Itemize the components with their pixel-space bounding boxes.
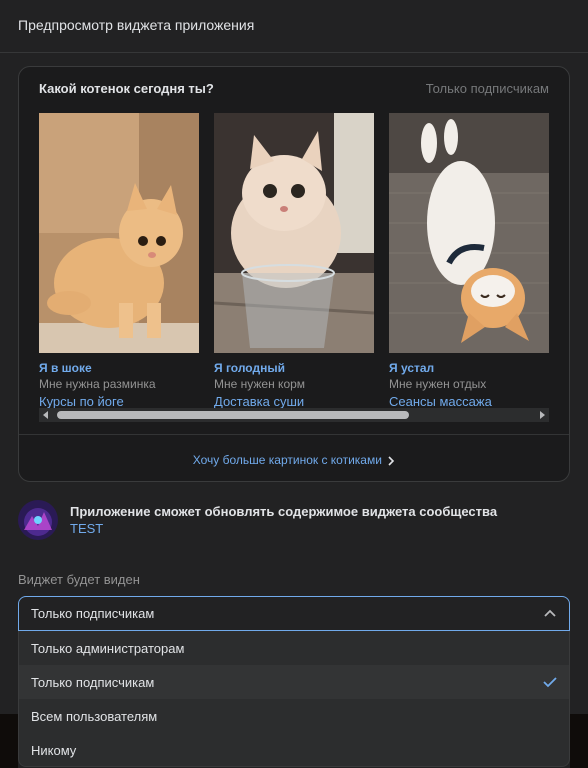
option-label: Всем пользователям <box>31 709 158 724</box>
chevron-right-icon <box>388 456 395 466</box>
tile-title[interactable]: Я голодный <box>214 361 285 375</box>
app-permission-text: Приложение сможет обновлять содержимое в… <box>70 504 498 519</box>
chevron-up-icon <box>544 609 556 617</box>
scroll-right-icon[interactable] <box>537 410 547 420</box>
tile-subtitle: Мне нужен отдых <box>389 377 487 391</box>
widget-audience-tag: Только подписчикам <box>425 81 549 96</box>
tile-title[interactable]: Я в шоке <box>39 361 92 375</box>
more-kittens-link[interactable]: Хочу больше картинок с котиками <box>19 453 569 467</box>
app-avatar <box>18 500 58 540</box>
tile-title[interactable]: Я устал <box>389 361 434 375</box>
app-name-link[interactable]: TEST <box>70 521 103 536</box>
widget-tiles: Я в шоке Мне нужна разминка Курсы по йог… <box>39 113 549 413</box>
widget-preview-card: Какой котенок сегодня ты? Только подписч… <box>18 66 570 482</box>
option-label: Только подписчикам <box>31 675 155 690</box>
kitten-image <box>214 113 374 353</box>
option-subscribers[interactable]: Только подписчикам <box>19 665 569 699</box>
widget-tile[interactable]: Я голодный Мне нужен корм Доставка суши <box>214 113 374 409</box>
tile-link[interactable]: Сеансы массажа <box>389 394 492 409</box>
select-value: Только подписчикам <box>31 606 155 621</box>
tile-link[interactable]: Доставка суши <box>214 394 304 409</box>
visibility-dropdown: Только администраторам Только подписчика… <box>18 631 570 767</box>
option-nobody[interactable]: Никому <box>19 733 569 766</box>
widget-title: Какой котенок сегодня ты? <box>39 81 214 96</box>
backdrop-edge <box>570 714 588 768</box>
tile-link[interactable]: Курсы по йоге <box>39 394 124 409</box>
kitten-image <box>39 113 199 353</box>
horizontal-scrollbar[interactable] <box>39 408 549 422</box>
option-label: Никому <box>31 743 77 758</box>
more-link-label[interactable]: Хочу больше картинок с котиками <box>193 453 382 467</box>
backdrop-edge <box>0 714 18 768</box>
widget-tile[interactable]: Я устал Мне нужен отдых Сеансы массажа <box>389 113 549 409</box>
tile-subtitle: Мне нужна разминка <box>39 377 156 391</box>
scroll-left-icon[interactable] <box>41 410 51 420</box>
visibility-select[interactable]: Только подписчикам <box>18 596 570 631</box>
scrollbar-thumb[interactable] <box>57 411 409 419</box>
option-admins[interactable]: Только администраторам <box>19 631 569 665</box>
option-label: Только администраторам <box>31 641 185 656</box>
widget-tile[interactable]: Я в шоке Мне нужна разминка Курсы по йог… <box>39 113 199 409</box>
kitten-image <box>389 113 549 353</box>
option-everyone[interactable]: Всем пользователям <box>19 699 569 733</box>
visibility-label: Виджет будет виден <box>18 572 140 587</box>
card-divider <box>19 434 569 435</box>
check-icon <box>543 677 557 688</box>
modal-header: Предпросмотр виджета приложения <box>0 0 588 53</box>
app-info: Приложение сможет обновлять содержимое в… <box>18 500 570 544</box>
modal-title: Предпросмотр виджета приложения <box>18 17 255 33</box>
tile-subtitle: Мне нужен корм <box>214 377 306 391</box>
